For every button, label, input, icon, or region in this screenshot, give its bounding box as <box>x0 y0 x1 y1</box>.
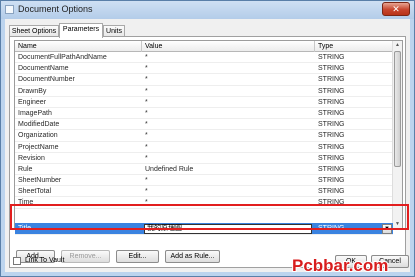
row-type: STRING <box>318 98 345 106</box>
remove-button[interactable]: Remove... <box>61 250 110 263</box>
row-value: * <box>145 54 148 61</box>
row-name: DrawnBy <box>18 87 47 95</box>
row-name: Engineer <box>18 98 47 106</box>
row-value: * <box>145 65 148 73</box>
column-header-value[interactable]: Value <box>142 41 315 52</box>
title-bar[interactable]: Document Options ✕ <box>1 1 414 19</box>
add-as-rule-button[interactable]: Add as Rule... <box>165 250 220 263</box>
close-button[interactable]: ✕ <box>382 2 410 16</box>
row-name: SheetTotal <box>18 188 52 196</box>
table-row[interactable]: DocumentName * STRING <box>15 63 393 75</box>
row-type: STRING <box>318 154 345 162</box>
grid-header: Name Value Type <box>15 41 393 52</box>
row-name: SheetNumber <box>18 177 62 185</box>
row-name: DocumentNumber <box>18 76 75 84</box>
row-value: * <box>145 109 148 117</box>
row-name: Revision <box>18 154 45 162</box>
row-name: Organization <box>18 132 58 140</box>
app-icon <box>5 5 14 14</box>
row-value: * <box>145 154 148 162</box>
vertical-scrollbar[interactable]: ▲ ▼ <box>392 41 402 229</box>
scroll-up-icon[interactable]: ▲ <box>393 41 402 50</box>
table-row[interactable]: DocumentNumber * STRING <box>15 74 393 86</box>
edit-button[interactable]: Edit... <box>116 250 159 263</box>
table-row[interactable]: ProjectName * STRING <box>15 142 393 153</box>
table-row[interactable]: Rule Undefined Rule STRING <box>15 164 393 176</box>
grid-rows: DocumentFullPathAndName * STRING DocumentN… <box>15 52 393 209</box>
row-name: ModifiedDate <box>18 121 60 129</box>
row-name: ImagePath <box>18 109 52 117</box>
row-value: * <box>145 143 148 151</box>
watermark-logo: Pcbbar.com Pcbbar.com <box>291 255 389 275</box>
row-type: STRING <box>318 65 345 73</box>
table-row[interactable]: SheetTotal * STRING <box>15 186 393 198</box>
row-value: * <box>145 98 148 106</box>
link-to-vault-checkbox[interactable] <box>13 257 21 265</box>
table-row[interactable]: ImagePath * STRING <box>15 108 393 120</box>
highlight-annotation-box <box>10 204 409 230</box>
row-value: * <box>145 87 148 95</box>
row-type: STRING <box>318 87 345 95</box>
row-type: STRING <box>318 177 345 185</box>
window-title: Document Options <box>18 4 93 14</box>
column-header-name[interactable]: Name <box>15 41 142 52</box>
table-row[interactable]: DocumentFullPathAndName * STRING <box>15 52 393 64</box>
table-row[interactable]: DrawnBy * STRING <box>15 86 393 97</box>
row-name: DocumentFullPathAndName <box>18 54 107 61</box>
table-row[interactable]: Organization * STRING <box>15 130 393 142</box>
row-type: STRING <box>318 76 345 84</box>
tab-parameters[interactable]: Parameters <box>59 23 103 38</box>
row-value: * <box>145 76 148 84</box>
row-type: STRING <box>318 121 345 129</box>
document-options-dialog: Document Options ✕ Sheet Options Paramet… <box>0 0 415 277</box>
parameters-grid: Name Value Type DocumentFullPathAndName *… <box>14 40 403 230</box>
row-name: ProjectName <box>18 143 59 151</box>
table-row[interactable]: SheetNumber * STRING <box>15 175 393 187</box>
column-header-type[interactable]: Type <box>315 41 393 52</box>
row-value: * <box>145 132 148 140</box>
dialog-client-area: Sheet Options Parameters Units Name Valu… <box>5 19 410 272</box>
row-type: STRING <box>318 188 345 196</box>
table-row[interactable]: Revision * STRING <box>15 153 393 164</box>
row-value: * <box>145 121 148 129</box>
row-type: STRING <box>318 54 345 61</box>
parameters-panel: Name Value Type DocumentFullPathAndName *… <box>9 36 406 268</box>
row-value: * <box>145 177 148 185</box>
row-name: DocumentName <box>18 65 69 73</box>
link-to-vault-label: Link To Vault <box>25 257 65 264</box>
row-value: * <box>145 188 148 196</box>
table-row[interactable]: Engineer * STRING <box>15 97 393 108</box>
row-type: STRING <box>318 132 345 140</box>
table-row[interactable]: ModifiedDate * STRING <box>15 119 393 131</box>
row-value: Undefined Rule <box>145 165 194 173</box>
scroll-thumb[interactable] <box>394 51 401 167</box>
row-type: STRING <box>318 143 345 151</box>
watermark-text: Pcbbar.com <box>292 256 388 275</box>
row-type: STRING <box>318 109 345 117</box>
row-type: STRING <box>318 165 345 173</box>
row-name: Rule <box>18 165 33 173</box>
